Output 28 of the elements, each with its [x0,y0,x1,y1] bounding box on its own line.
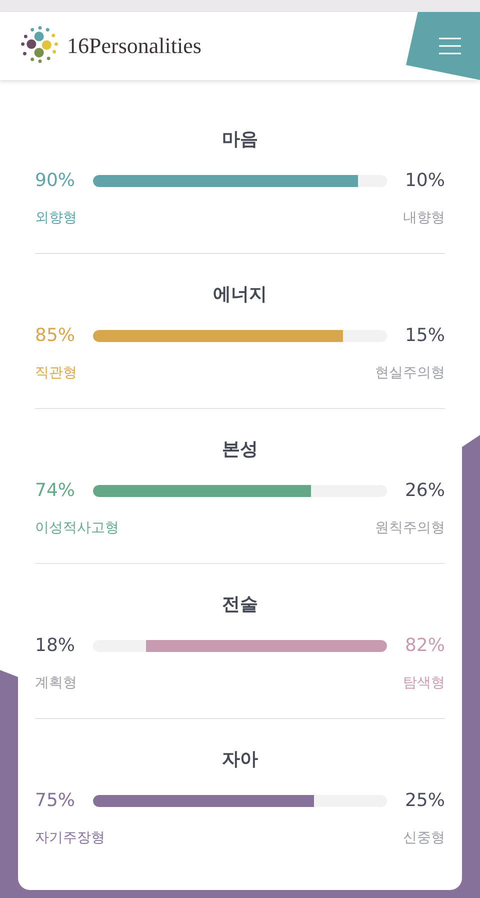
percent-value: 90% [35,169,76,193]
scale-title: 전술 [221,594,259,616]
trait-label: 탐색형 [403,674,445,693]
menu-button[interactable] [406,12,480,80]
scale-title: 에너지 [212,284,268,306]
percent-value: 75% [35,789,76,813]
trait-label: 이성적사고형 [35,519,119,538]
trait-label: 직관형 [35,364,77,383]
percent-value: 26% [404,479,445,503]
trait-label: 신중형 [403,829,445,848]
scale-title: 마음 [221,129,259,151]
trait-label: 계획형 [35,674,77,693]
scale-title: 자아 [221,749,259,771]
menu-icon [439,37,461,55]
percent-value: 18% [35,634,76,658]
percent-value: 25% [404,789,445,813]
percent-value: 74% [35,479,76,503]
trait-label: 원칙주의형 [375,519,445,538]
logo-text[interactable]: 16Personalities [67,33,202,59]
scale-title: 본성 [221,439,259,461]
percent-value: 82% [404,634,445,658]
percent-value: 10% [404,169,445,193]
trait-label: 자기주장형 [35,829,105,848]
trait-label: 내향형 [403,209,445,228]
trait-label: 외향형 [35,209,77,228]
trait-label: 현실주의형 [375,364,445,383]
percent-value: 85% [35,324,76,348]
percent-value: 15% [404,324,445,348]
